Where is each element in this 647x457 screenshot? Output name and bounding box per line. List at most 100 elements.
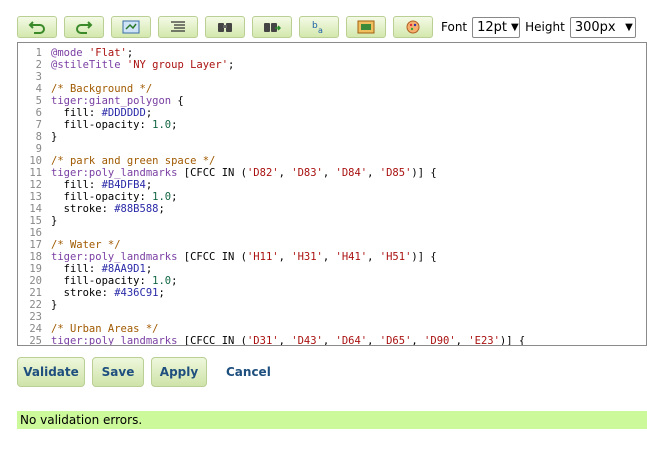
code-token: @stileTitle <box>51 59 121 71</box>
code-token: #B4DFB4 <box>101 179 146 191</box>
code-text: fill: #B4DFB4; <box>51 179 153 191</box>
code-line: 7 fill-opacity: 1.0; <box>18 119 646 131</box>
code-token: 'D90' <box>424 335 456 346</box>
code-token: , <box>411 335 425 346</box>
code-line: 16 <box>18 227 646 239</box>
code-token: ; <box>126 47 134 59</box>
color-picker-icon <box>406 20 420 34</box>
line-number: 24 <box>29 323 42 335</box>
preview-button[interactable] <box>346 16 386 38</box>
code-token: 'H41' <box>335 251 368 263</box>
chevron-down-icon: ▼ <box>511 21 519 33</box>
svg-text:a: a <box>318 26 323 35</box>
code-line: 13 fill-opacity: 1.0; <box>18 191 646 203</box>
font-style-button[interactable]: ba <box>299 16 339 38</box>
code-token: , <box>278 335 292 346</box>
save-button[interactable]: Save <box>92 357 144 387</box>
validation-status: No validation errors. <box>17 411 647 429</box>
code-line: 19 fill: #8AA9D1; <box>18 263 646 275</box>
code-token: )] { <box>411 167 437 179</box>
auto-format-icon <box>171 21 185 32</box>
code-token: , <box>322 335 336 346</box>
code-token: 'E23' <box>468 335 500 346</box>
code-text: @mode 'Flat'; <box>51 47 133 59</box>
code-token: /* Water */ <box>51 239 121 251</box>
replace-icon <box>264 23 281 32</box>
code-text: fill-opacity: 1.0; <box>51 191 178 203</box>
cancel-link[interactable]: Cancel <box>226 365 271 379</box>
code-token: } <box>51 131 58 143</box>
code-line: 5 tiger:giant_polygon { <box>18 95 646 107</box>
code-line: 15} <box>18 215 646 227</box>
code-text: /* Background */ <box>51 83 152 95</box>
code-token: /* park and green space */ <box>51 155 216 167</box>
line-number: 11 <box>29 167 42 179</box>
go-to-line-button[interactable] <box>111 16 151 38</box>
code-token: ; <box>158 287 165 299</box>
code-token: 'D85' <box>379 167 412 179</box>
code-token: 'H11' <box>246 251 279 263</box>
code-text: /* Urban Areas */ <box>51 323 158 335</box>
code-token: , <box>367 167 380 179</box>
code-token: tiger:giant_polygon <box>51 95 172 107</box>
find-button[interactable] <box>205 16 245 38</box>
undo-button[interactable] <box>17 16 57 38</box>
code-token: 'D65' <box>379 335 412 346</box>
line-number: 3 <box>35 71 42 83</box>
code-editor[interactable]: 1 @mode 'Flat'; 2 @stileTitle 'NY group Lay… <box>17 42 647 346</box>
font-size-value: 12pt <box>477 19 508 35</box>
code-line: 8} <box>18 131 646 143</box>
line-number: 13 <box>29 191 42 203</box>
code-token: 'NY group Layer' <box>126 59 229 71</box>
preview-icon <box>357 20 375 34</box>
code-line: 10 /* park and green space */ <box>18 155 646 167</box>
code-token: tiger:poly_landmarks <box>51 335 178 346</box>
height-select[interactable]: 300px ▼ <box>569 16 636 38</box>
editor-toolbar: ba Font 12pt ▼ Height 300px ▼ <box>17 15 636 39</box>
code-token: } <box>51 215 58 227</box>
line-number: 8 <box>35 131 42 143</box>
code-line: 14 stroke: #88B588; <box>18 203 646 215</box>
code-token: , <box>278 167 292 179</box>
code-token: , <box>322 251 336 263</box>
line-number: 15 <box>29 215 42 227</box>
code-text: stroke: #436C91; <box>51 287 165 299</box>
font-size-select[interactable]: 12pt ▼ <box>472 16 521 38</box>
redo-button[interactable] <box>64 16 104 38</box>
code-token: )] { <box>499 335 526 346</box>
code-token: tiger:poly_landmarks <box>51 251 178 263</box>
replace-button[interactable] <box>252 16 292 38</box>
code-line: 18 tiger:poly_landmarks [CFCC IN ('H11', … <box>18 251 646 263</box>
validate-button[interactable]: Validate <box>17 357 85 387</box>
code-token: [CFCC IN ( <box>177 335 247 346</box>
code-text: tiger:poly_landmarks [CFCC IN ('H11', 'H… <box>51 251 437 263</box>
line-number: 4 <box>35 83 42 95</box>
auto-format-button[interactable] <box>158 16 198 38</box>
code-token: ; <box>145 263 153 275</box>
code-token: ; <box>171 191 178 203</box>
code-line: 24 /* Urban Areas */ <box>18 323 646 335</box>
code-token: [CFCC IN ( <box>177 167 247 179</box>
color-picker-button[interactable] <box>393 16 433 38</box>
code-text: tiger:giant_polygon { <box>51 95 184 107</box>
font-label: Font <box>441 20 468 34</box>
code-token: 1.0 <box>152 119 172 131</box>
action-bar: Validate Save Apply Cancel <box>17 357 271 387</box>
apply-button[interactable]: Apply <box>151 357 207 387</box>
code-text: @stileTitle 'NY group Layer'; <box>51 59 234 71</box>
code-lines: 1 @mode 'Flat'; 2 @stileTitle 'NY group Lay… <box>18 43 646 346</box>
code-line: 17 /* Water */ <box>18 239 646 251</box>
line-number: 18 <box>29 251 42 263</box>
code-text: } <box>51 299 57 311</box>
height-value: 300px <box>574 19 616 35</box>
code-token: fill-opacity: <box>51 119 153 131</box>
line-number: 12 <box>29 179 42 191</box>
code-line: 12 fill: #B4DFB4; <box>18 179 646 191</box>
line-number: 7 <box>35 119 42 131</box>
code-token: 'D43' <box>291 335 323 346</box>
code-text: fill: #DDDDDD; <box>51 107 153 119</box>
line-number: 5 <box>35 95 42 107</box>
code-token: ; <box>171 275 178 287</box>
code-line: 22} <box>18 299 646 311</box>
code-line: 25 tiger:poly_landmarks [CFCC IN ('D31', … <box>18 335 646 346</box>
